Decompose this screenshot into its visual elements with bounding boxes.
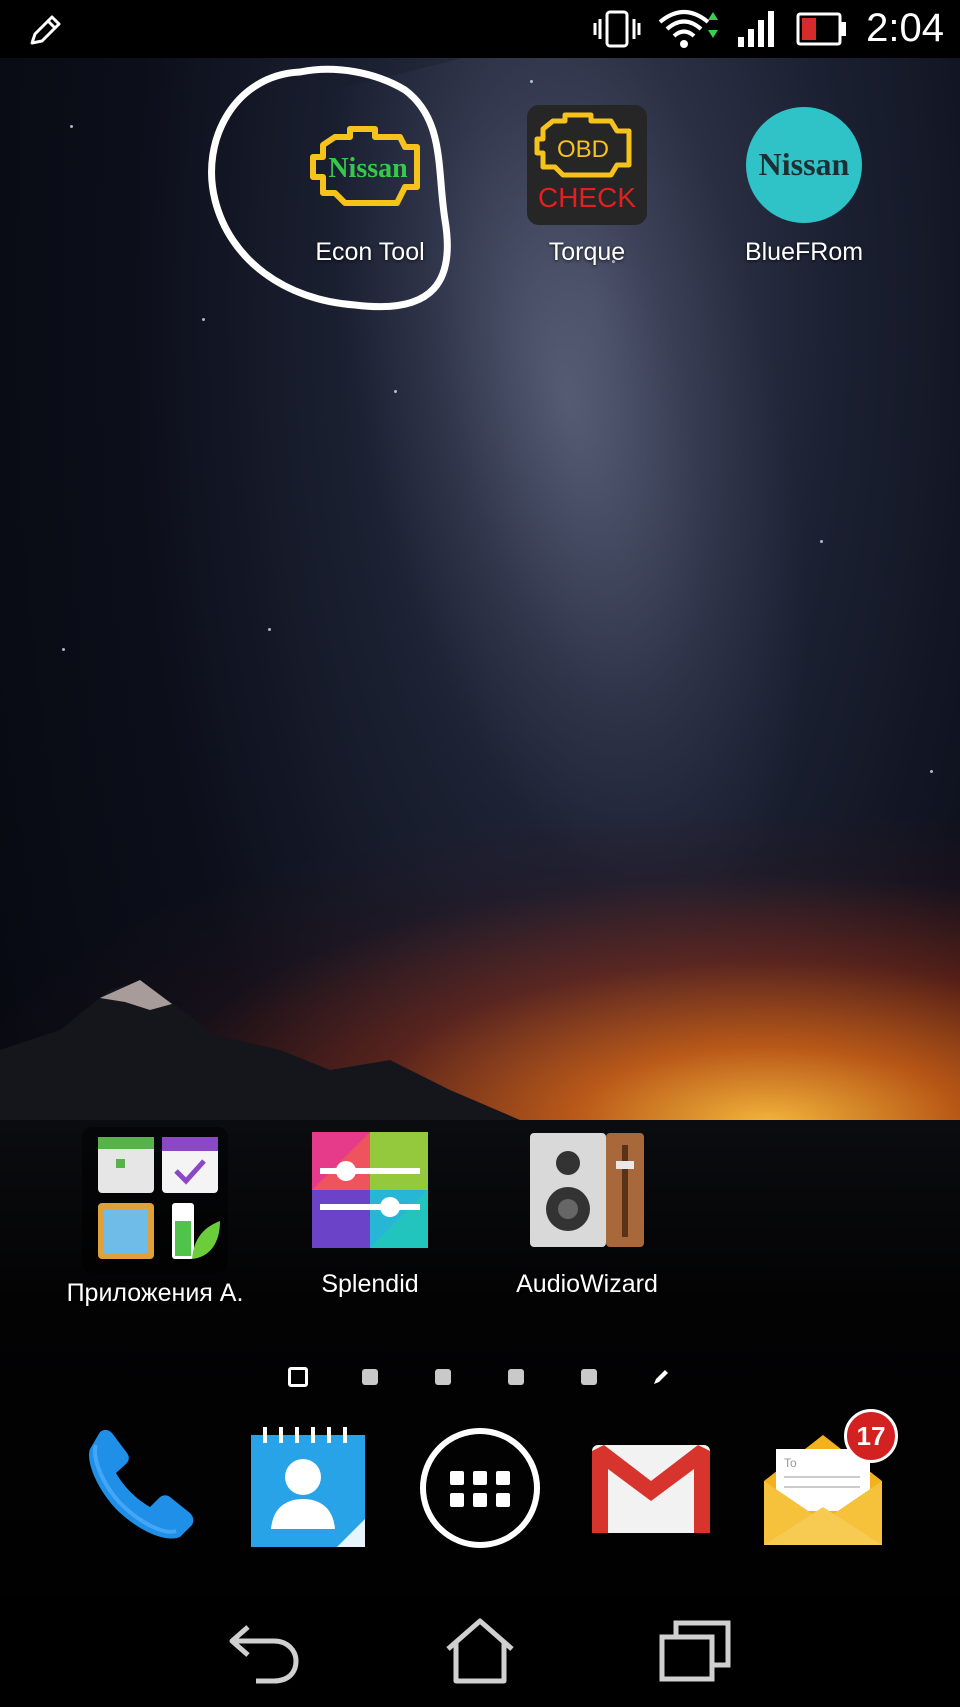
svg-text:Nissan: Nissan — [759, 146, 850, 182]
battery-icon — [796, 12, 846, 46]
phone-icon[interactable] — [76, 1425, 202, 1551]
svg-text:To: To — [784, 1456, 797, 1470]
wifi-icon — [658, 10, 718, 48]
clock: 2:04 — [866, 6, 944, 50]
gmail-icon[interactable] — [588, 1425, 714, 1551]
svg-text:OBD: OBD — [557, 136, 609, 163]
page-dot[interactable] — [508, 1369, 524, 1385]
app-folder-icon — [80, 1125, 230, 1275]
edit-icon[interactable] — [26, 10, 66, 50]
recents-icon[interactable] — [656, 1615, 736, 1685]
home-icon[interactable] — [440, 1615, 520, 1685]
app-label: Econ Tool — [315, 238, 425, 266]
obd-check-icon: OBD CHECK — [522, 100, 652, 230]
home-screen: 2:04 Nissan Econ Tool OBD CHECK Torque N… — [0, 0, 960, 1707]
app-label: Приложения А. — [66, 1279, 244, 1307]
app-label: Splendid — [321, 1270, 419, 1298]
app-torque[interactable]: OBD CHECK Torque — [487, 100, 687, 267]
page-dot[interactable] — [435, 1369, 451, 1385]
nissan-circle-icon: Nissan — [739, 100, 869, 230]
edit-page-icon[interactable] — [651, 1367, 671, 1387]
app-econ-tool[interactable]: Nissan Econ Tool — [270, 100, 470, 267]
status-bar: 2:04 — [0, 0, 960, 58]
svg-text:CHECK: CHECK — [538, 182, 636, 213]
vibrate-icon — [593, 10, 641, 48]
page-dot-current[interactable] — [288, 1367, 308, 1387]
unread-count: 17 — [856, 1420, 886, 1451]
app-label: AudioWizard — [516, 1270, 658, 1298]
contacts-icon[interactable] — [245, 1425, 371, 1551]
app-label: BlueFRom — [744, 238, 864, 266]
check-engine-nissan-icon: Nissan — [305, 100, 435, 230]
app-splendid[interactable]: Splendid — [270, 1130, 470, 1299]
app-drawer-icon[interactable] — [417, 1425, 543, 1551]
app-label: Torque — [548, 238, 626, 266]
email-app[interactable]: To 17 — [760, 1409, 898, 1551]
app-audiowizard[interactable]: AudioWizard — [487, 1130, 687, 1299]
app-folder[interactable]: Приложения А. — [55, 1125, 255, 1308]
svg-text:Nissan: Nissan — [328, 153, 408, 184]
page-dot[interactable] — [362, 1369, 378, 1385]
page-indicator — [0, 1367, 960, 1397]
splendid-icon — [310, 1130, 430, 1250]
audio-speaker-icon — [527, 1130, 647, 1250]
signal-icon — [738, 11, 774, 47]
unread-badge: 17 — [844, 1409, 898, 1463]
back-icon[interactable] — [226, 1615, 306, 1685]
navigation-bar — [0, 1595, 960, 1707]
app-bluefrom[interactable]: Nissan BlueFRom — [704, 100, 904, 267]
page-dot[interactable] — [581, 1369, 597, 1385]
status-icons — [592, 8, 848, 50]
